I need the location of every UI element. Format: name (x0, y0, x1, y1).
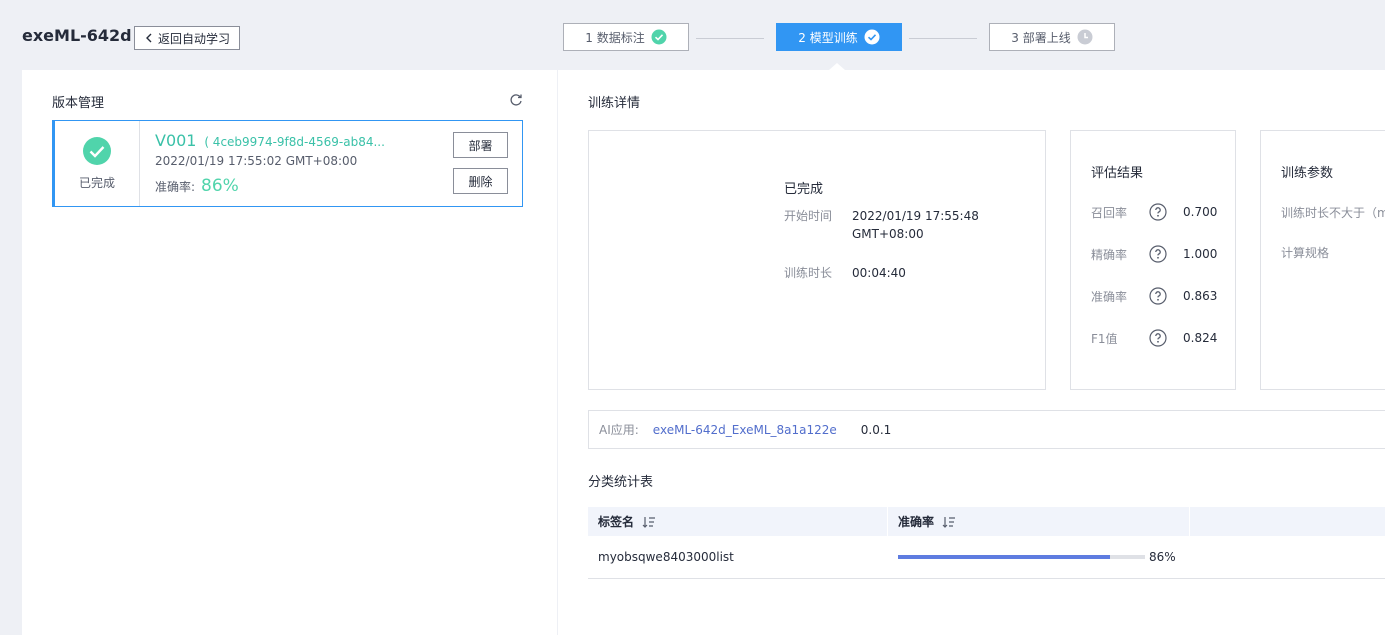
column-header-label[interactable]: 标签名 (588, 507, 888, 536)
step-label: 3 部署上线 (1011, 30, 1071, 45)
ai-app-link[interactable]: exeML-642d_ExeML_8a1a122e (653, 423, 837, 437)
evaluation-title: 评估结果 (1091, 166, 1144, 181)
column-header-accuracy[interactable]: 准确率 (888, 507, 1190, 536)
step-label: 1 数据标注 (585, 30, 645, 45)
training-status-box: 已完成 开始时间 2022/01/19 17:55:48 GMT+08:00 训… (588, 130, 1046, 390)
metric-precision: 精确率 1.000 (1091, 245, 1217, 263)
duration-row: 训练时长 00:04:40 (784, 264, 906, 282)
training-details-panel: 训练详情 已完成 开始时间 2022/01/19 17:55:48 GMT+08… (558, 70, 1385, 635)
version-panel-title: 版本管理 (52, 96, 105, 111)
start-time-date: 2022/01/19 17:55:48 (852, 209, 979, 223)
active-step-pointer (829, 63, 845, 70)
start-time-row: 开始时间 2022/01/19 17:55:48 GMT+08:00 (784, 207, 979, 243)
step-deploy[interactable]: 3 部署上线 (989, 23, 1115, 51)
version-title: V001 ( 4ceb9974-9f8d-4569-ab84... (155, 131, 385, 150)
training-details-title: 训练详情 (588, 96, 641, 111)
help-icon[interactable] (1149, 329, 1167, 347)
version-card[interactable]: 已完成 V001 ( 4ceb9974-9f8d-4569-ab84... 20… (52, 120, 523, 207)
column-header-text: 标签名 (598, 515, 635, 529)
ai-app-label: AI应用: (599, 423, 639, 437)
check-circle-icon (864, 29, 880, 45)
sort-icon[interactable] (642, 516, 656, 528)
start-time-label: 开始时间 (784, 209, 833, 223)
refresh-icon[interactable] (509, 93, 523, 107)
metric-recall: 召回率 0.700 (1091, 203, 1217, 221)
table-header: 标签名 准确率 (588, 507, 1385, 536)
step-data-labeling[interactable]: 1 数据标注 (563, 23, 689, 51)
param-compute-spec: 计算规格 (1281, 246, 1330, 260)
duration-label: 训练时长 (784, 266, 833, 280)
metric-value: 1.000 (1183, 247, 1218, 261)
training-params-box: 训练参数 训练时长不大于（m 计算规格 (1260, 130, 1385, 390)
version-management-panel: 版本管理 已完成 V001 ( 4ceb9974-9f8d-4569-ab84.… (22, 70, 557, 635)
check-circle-icon (651, 29, 667, 45)
version-id: ( 4ceb9974-9f8d-4569-ab84... (204, 135, 385, 149)
evaluation-results-box: 评估结果 召回率 0.700 精确率 1.000 准确率 0.863 F1值 0… (1070, 130, 1236, 390)
cell-label: myobsqwe8403000list (598, 550, 734, 564)
metric-label: F1值 (1091, 331, 1118, 346)
chevron-left-icon (145, 33, 152, 43)
version-accuracy: 准确率: 86% (155, 176, 239, 196)
version-time: 2022/01/19 17:55:02 GMT+08:00 (155, 154, 358, 168)
step-label: 2 模型训练 (798, 30, 858, 45)
metric-label: 精确率 (1091, 247, 1128, 262)
metric-label: 召回率 (1091, 205, 1128, 220)
metric-label: 准确率 (1091, 289, 1128, 304)
version-status: 已完成 (55, 121, 140, 206)
check-circle-icon (83, 137, 111, 165)
help-icon[interactable] (1149, 245, 1167, 263)
accuracy-value: 86% (201, 176, 239, 196)
step-connector (909, 38, 977, 39)
column-header-empty (1190, 507, 1385, 536)
help-icon[interactable] (1149, 203, 1167, 221)
metric-accuracy: 准确率 0.863 (1091, 287, 1217, 305)
metric-value: 0.863 (1183, 289, 1218, 303)
cell-accuracy: 86% (888, 550, 1190, 564)
column-header-text: 准确率 (898, 515, 935, 529)
back-button-label: 返回自动学习 (157, 31, 230, 46)
clock-icon (1077, 29, 1093, 45)
version-status-label: 已完成 (78, 176, 115, 190)
param-max-duration: 训练时长不大于（m (1281, 206, 1385, 220)
help-icon[interactable] (1149, 287, 1167, 305)
metric-value: 0.824 (1183, 331, 1218, 345)
sort-icon[interactable] (942, 516, 956, 528)
start-time-value: 2022/01/19 17:55:48 GMT+08:00 (852, 207, 979, 243)
deploy-button[interactable]: 部署 (453, 132, 508, 158)
accuracy-label: 准确率: (155, 180, 196, 194)
accuracy-bar-fill (898, 555, 1111, 559)
table-row: myobsqwe8403000list 86% (588, 536, 1385, 579)
step-connector (696, 38, 764, 39)
step-model-training[interactable]: 2 模型训练 (776, 23, 902, 51)
metric-value: 0.700 (1183, 205, 1218, 219)
ai-app-version: 0.0.1 (860, 422, 892, 437)
training-params-title: 训练参数 (1281, 166, 1334, 181)
stats-table-title: 分类统计表 (588, 475, 654, 490)
version-number: V001 (155, 131, 197, 150)
classification-stats-table: 标签名 准确率 myobsqwe8403000list 86% (588, 507, 1385, 579)
duration-value: 00:04:40 (852, 266, 906, 280)
training-status: 已完成 (784, 182, 824, 197)
top-bar: exeML-642d 返回自动学习 1 数据标注 2 模型训练 3 部署上线 (0, 0, 1385, 70)
accuracy-bar-track (898, 555, 1145, 559)
accuracy-bar-text: 86% (1149, 550, 1176, 564)
app-title: exeML-642d (22, 26, 132, 45)
back-button[interactable]: 返回自动学习 (134, 26, 240, 50)
metric-f1: F1值 0.824 (1091, 329, 1217, 347)
ai-application-bar: AI应用: exeML-642d_ExeML_8a1a122e 0.0.1 (588, 410, 1385, 449)
start-time-zone: GMT+08:00 (852, 227, 924, 241)
delete-button[interactable]: 删除 (453, 168, 508, 194)
